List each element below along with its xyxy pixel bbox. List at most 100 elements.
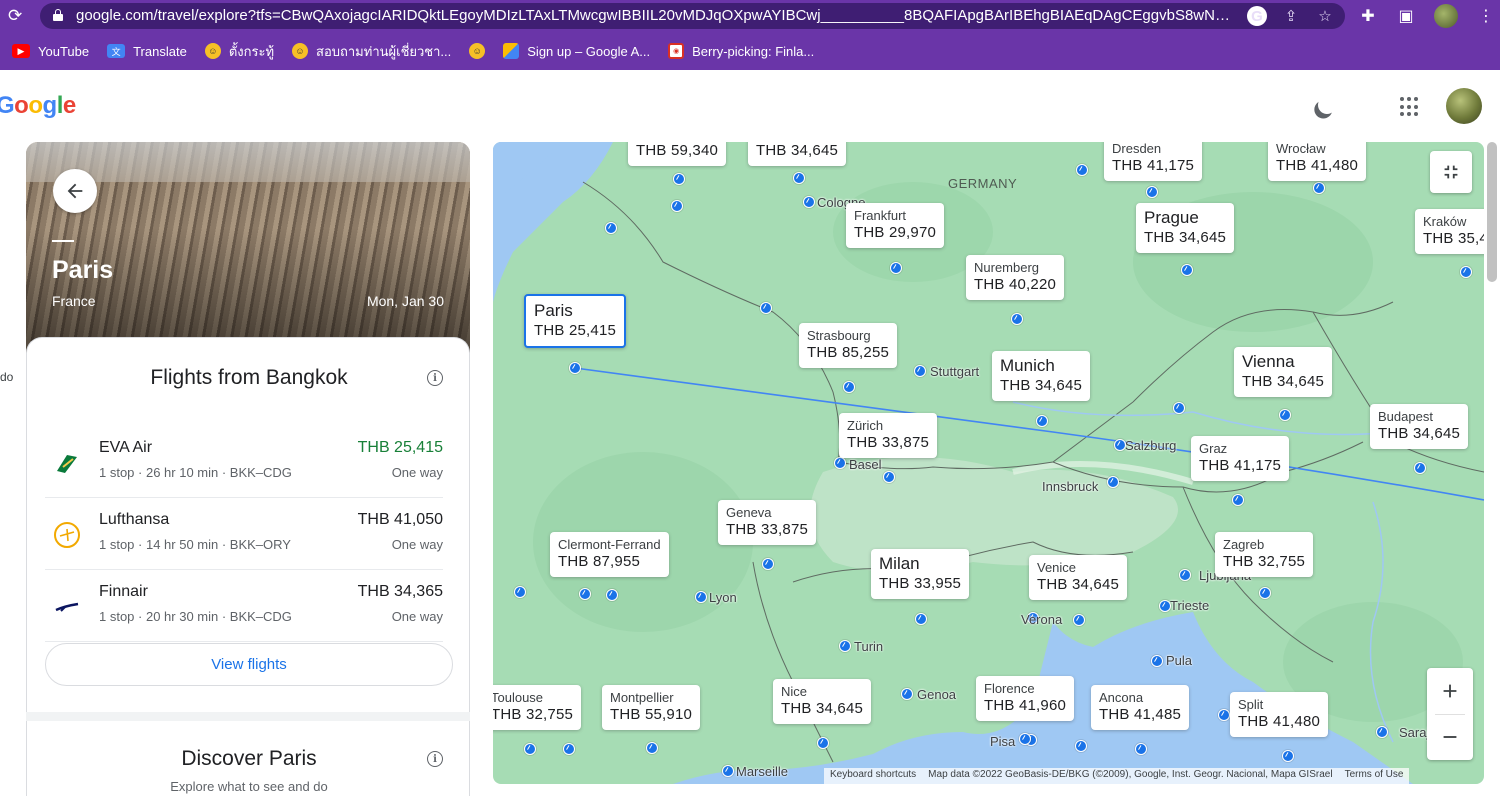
destination-marker[interactable] <box>883 471 895 483</box>
airport-marker[interactable] <box>722 765 734 777</box>
price-bubble[interactable]: Dresden THB 41,175 <box>1104 142 1203 181</box>
destination-marker[interactable] <box>1313 182 1325 194</box>
back-button[interactable] <box>53 169 97 213</box>
destination-marker[interactable] <box>1282 750 1294 762</box>
destination-marker[interactable] <box>1279 409 1291 421</box>
bookmark-pantip-ask[interactable]: ☺ สอบถามท่านผู้เชี่ยวชา... <box>292 41 451 62</box>
price-bubble[interactable]: Zagreb THB 32,755 <box>1215 532 1314 577</box>
zoom-in-button[interactable] <box>1427 668 1473 714</box>
price-bubble[interactable]: Milan THB 33,955 <box>871 549 970 599</box>
destination-marker[interactable] <box>1259 587 1271 599</box>
bookmark-star-icon[interactable]: ☆ <box>1315 6 1335 26</box>
airport-marker[interactable] <box>563 743 575 755</box>
destination-marker[interactable] <box>1414 462 1426 474</box>
flight-option[interactable]: Finnair 1 stop · 20 hr 30 min · BKK–CDG … <box>45 570 443 642</box>
account-avatar[interactable] <box>1446 88 1482 124</box>
info-icon[interactable]: i <box>427 751 443 767</box>
price-bubble[interactable]: Frankfurt THB 29,970 <box>846 203 945 248</box>
destination-marker[interactable] <box>1036 415 1048 427</box>
destination-marker[interactable] <box>1019 733 1031 745</box>
price-bubble[interactable]: Graz THB 41,175 <box>1191 436 1290 481</box>
price-bubble[interactable]: Split THB 41,480 <box>1230 692 1329 737</box>
price-bubble[interactable]: Nice THB 34,645 <box>773 679 872 724</box>
price-bubble[interactable]: Budapest THB 34,645 <box>1370 404 1469 449</box>
keyboard-shortcuts-link[interactable]: Keyboard shortcuts <box>830 769 916 783</box>
destination-marker[interactable] <box>762 558 774 570</box>
airport-marker[interactable] <box>671 200 683 212</box>
price-bubble[interactable]: Ancona THB 41,485 <box>1091 685 1190 730</box>
price-bubble[interactable]: Montpellier THB 55,910 <box>602 685 701 730</box>
address-bar[interactable]: google.com/travel/explore?tfs=CBwQAxojag… <box>40 3 1345 29</box>
destination-marker[interactable] <box>646 742 658 754</box>
destination-marker[interactable] <box>606 589 618 601</box>
destination-marker[interactable] <box>1073 614 1085 626</box>
price-bubble[interactable]: Clermont-Ferrand THB 87,955 <box>550 532 669 577</box>
flight-option[interactable]: EVA Air 1 stop · 26 hr 10 min · BKK–CDG … <box>45 426 443 498</box>
destination-marker[interactable] <box>1181 264 1193 276</box>
bookmark-berry-picking[interactable]: ◉ Berry-picking: Finla... <box>668 43 814 59</box>
price-bubble[interactable]: Munich THB 34,645 <box>992 351 1091 401</box>
price-bubble[interactable]: Kraków THB 35,4 <box>1415 209 1484 254</box>
profile-avatar[interactable] <box>1434 4 1458 28</box>
share-icon[interactable]: ⇪ <box>1281 6 1301 26</box>
destination-marker[interactable] <box>1135 743 1147 755</box>
destination-marker[interactable] <box>793 172 805 184</box>
google-logo[interactable]: Google <box>0 92 76 120</box>
destination-marker[interactable] <box>1011 313 1023 325</box>
bookmark-translate[interactable]: 文 Translate <box>107 44 187 59</box>
reload-icon[interactable]: ⟳ <box>8 6 22 26</box>
destination-marker[interactable] <box>1146 186 1158 198</box>
airport-marker[interactable] <box>579 588 591 600</box>
price-bubble[interactable]: THB 59,340 <box>628 142 727 166</box>
destination-marker[interactable] <box>915 613 927 625</box>
destination-marker[interactable] <box>890 262 902 274</box>
google-lens-icon[interactable]: G <box>1247 6 1267 26</box>
airport-marker[interactable] <box>760 302 772 314</box>
airport-marker[interactable] <box>605 222 617 234</box>
destination-marker[interactable] <box>673 173 685 185</box>
explore-map[interactable]: GERMANY Cologne Stuttgart Salzburg Innsb… <box>493 142 1484 784</box>
side-panel-icon[interactable]: ▣ <box>1396 6 1416 26</box>
price-bubble[interactable]: THB 34,645 <box>748 142 847 166</box>
google-apps-icon[interactable] <box>1400 97 1420 117</box>
extensions-icon[interactable]: ✚ <box>1358 6 1378 26</box>
airport-marker[interactable] <box>1173 402 1185 414</box>
destination-marker[interactable] <box>1460 266 1472 278</box>
bookmark-pantip[interactable]: ☺ <box>469 43 486 59</box>
bookmark-pantip-post[interactable]: ☺ ตั้งกระทู้ <box>204 41 274 62</box>
price-bubble[interactable]: Vienna THB 34,645 <box>1234 347 1333 397</box>
price-bubble[interactable]: Toulouse THB 32,755 <box>493 685 582 730</box>
price-bubble[interactable]: Paris THB 25,415 <box>524 294 627 348</box>
destination-marker[interactable] <box>817 737 829 749</box>
fullscreen-exit-button[interactable] <box>1430 151 1472 193</box>
destination-marker[interactable] <box>1232 494 1244 506</box>
airport-marker[interactable] <box>1218 709 1230 721</box>
price-bubble[interactable]: Geneva THB 33,875 <box>718 500 817 545</box>
page-scrollbar[interactable] <box>1487 142 1497 282</box>
airport-marker[interactable] <box>514 586 526 598</box>
airport-marker[interactable] <box>914 365 926 377</box>
destination-marker[interactable] <box>569 362 581 374</box>
airport-marker[interactable] <box>695 591 707 603</box>
price-bubble[interactable]: Venice THB 34,645 <box>1029 555 1128 600</box>
dark-mode-icon[interactable] <box>1315 93 1338 116</box>
browser-menu-icon[interactable]: ⋮ <box>1476 6 1496 26</box>
flight-option[interactable]: Lufthansa 1 stop · 14 hr 50 min · BKK–OR… <box>45 498 443 570</box>
price-bubble[interactable]: Wrocław THB 41,480 <box>1268 142 1367 181</box>
destination-marker[interactable] <box>843 381 855 393</box>
price-bubble[interactable]: Florence THB 41,960 <box>976 676 1075 721</box>
airport-marker[interactable] <box>1075 740 1087 752</box>
airport-marker[interactable] <box>1179 569 1191 581</box>
price-bubble[interactable]: Nuremberg THB 40,220 <box>966 255 1065 300</box>
terms-link[interactable]: Terms of Use <box>1345 769 1404 783</box>
price-bubble[interactable]: Strasbourg THB 85,255 <box>799 323 898 368</box>
airport-marker[interactable] <box>803 196 815 208</box>
bookmark-youtube[interactable]: ▶ YouTube <box>12 44 89 59</box>
airport-marker[interactable] <box>834 457 846 469</box>
airport-marker[interactable] <box>839 640 851 652</box>
info-icon[interactable]: i <box>427 370 443 386</box>
airport-marker[interactable] <box>1107 476 1119 488</box>
airport-marker[interactable] <box>1151 655 1163 667</box>
airport-marker[interactable] <box>1076 164 1088 176</box>
view-flights-button[interactable]: View flights <box>45 643 453 686</box>
